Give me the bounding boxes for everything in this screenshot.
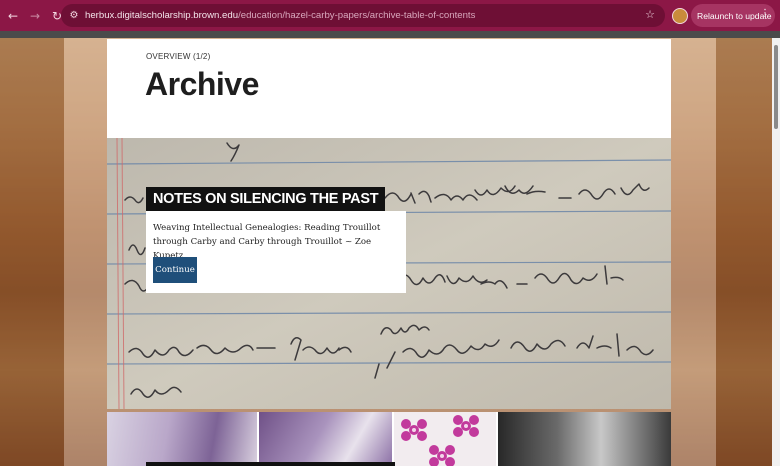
story-card: Weaving Intellectual Genealogies: Readin… xyxy=(146,211,406,293)
story-tag-label: NOTES ON SILENCING THE PAST xyxy=(153,191,379,207)
flower-pattern-illustration xyxy=(401,415,479,466)
gallery-image-2[interactable] xyxy=(257,412,392,466)
gallery-image-1[interactable] xyxy=(107,412,257,466)
scrollbar-thumb[interactable] xyxy=(774,45,778,129)
url-text: herbux.digitalscholarship.brown.edu/educ… xyxy=(85,10,475,21)
profile-avatar-icon[interactable] xyxy=(672,8,688,24)
star-icon[interactable]: ☆ xyxy=(645,8,655,21)
site-info-icon[interactable]: ⚙ xyxy=(67,9,81,23)
gallery-image-3[interactable] xyxy=(392,412,496,466)
gallery-image-4[interactable] xyxy=(496,412,671,466)
relaunch-button[interactable]: Relaunch to update ⋮ xyxy=(691,4,775,27)
url-host: herbux.digitalscholarship.brown.edu xyxy=(85,10,239,21)
continue-button[interactable]: Continue xyxy=(153,257,197,283)
gallery-divider xyxy=(392,412,394,466)
right-shade xyxy=(716,31,772,466)
address-bar[interactable]: ⚙ herbux.digitalscholarship.brown.edu/ed… xyxy=(61,4,665,27)
section-eyebrow: OVERVIEW (1/2) xyxy=(146,52,211,61)
left-shade xyxy=(0,31,64,466)
gallery-divider xyxy=(496,412,498,466)
gallery-strip xyxy=(107,412,671,466)
gallery-caption-bar xyxy=(146,462,395,466)
kebab-menu-icon[interactable]: ⋮ xyxy=(760,8,770,19)
url-path: /education/hazel-carby-papers/archive-ta… xyxy=(238,10,476,21)
page-title: Archive xyxy=(145,66,259,102)
gallery-divider xyxy=(257,412,259,466)
back-arrow-icon[interactable]: ← xyxy=(4,7,22,25)
story-tag: NOTES ON SILENCING THE PAST xyxy=(146,187,386,211)
top-strip xyxy=(0,31,780,38)
forward-arrow-icon[interactable]: → xyxy=(26,7,44,25)
